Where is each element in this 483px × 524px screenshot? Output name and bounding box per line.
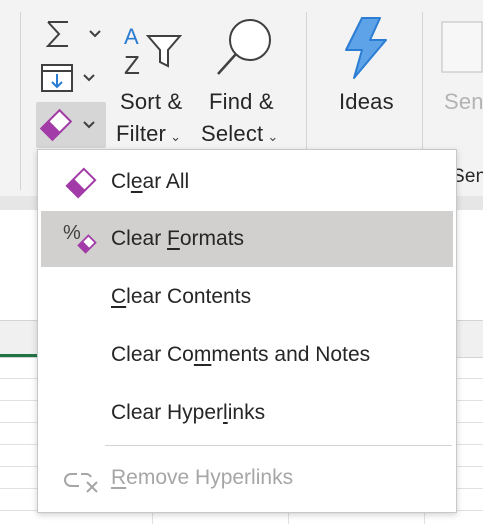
menu-item-label: Clear Comments and Notes (111, 343, 370, 367)
sensitivity-label: Sen (444, 89, 483, 114)
fill-down-icon (41, 64, 95, 92)
chevron-down-icon: ⌄ (267, 129, 279, 144)
clear-dropdown-menu: Clear All % Clear Formats Clear Contents… (37, 149, 457, 513)
autosum-button[interactable] (44, 18, 104, 50)
label-part: ormats (179, 227, 245, 250)
clear-button[interactable] (36, 102, 106, 148)
sort-az-filter-icon: A Z (124, 24, 183, 80)
access-key: e (130, 170, 143, 193)
ideas-label: Ideas (339, 89, 394, 114)
access-key: R (111, 466, 127, 489)
svg-text:Z: Z (124, 50, 140, 80)
find-select-label-1: Find & (209, 89, 274, 114)
lightning-bolt-icon (345, 17, 387, 79)
svg-text:%: % (63, 222, 81, 244)
menu-item-label: Clear Hyperlinks (111, 401, 265, 425)
label-part: Cl (111, 170, 131, 193)
menu-icon-placeholder (41, 269, 111, 325)
menu-item-label: Clear Formats (111, 227, 244, 251)
clear-formats-icon: % (41, 211, 111, 267)
label-part: lear Contents (126, 285, 252, 308)
menu-separator (105, 445, 452, 446)
menu-item-label: Clear Contents (111, 285, 251, 309)
label-part: Clear Co (111, 343, 194, 366)
menu-icon-placeholder (41, 327, 111, 383)
sort-filter-text: Filter (116, 121, 167, 146)
sort-filter-label-2: Filter ⌄ (116, 121, 181, 147)
menu-item-remove-hyperlinks: Remove Hyperlinks (41, 450, 453, 506)
ribbon-separator (20, 12, 21, 190)
label-part: ar All (142, 170, 190, 193)
sensitivity-button[interactable] (440, 20, 483, 74)
chevron-down-icon: ⌄ (170, 129, 182, 144)
access-key: F (167, 227, 180, 250)
menu-icon-placeholder (41, 385, 111, 441)
sort-filter-label-1: Sort & (120, 89, 183, 114)
fill-button[interactable] (40, 62, 100, 94)
access-key: m (193, 343, 212, 366)
label-part: inks (227, 401, 266, 424)
ideas-button[interactable] (340, 16, 390, 80)
label-part: Clear Hyper (111, 401, 224, 424)
label-part: ments and Notes (211, 343, 371, 366)
sensitivity-icon (441, 21, 483, 73)
eraser-icon (41, 154, 111, 210)
label-part: emove Hyperlinks (126, 466, 294, 489)
unlink-icon (41, 450, 111, 506)
label-part: Clear (111, 227, 168, 250)
sigma-icon (45, 21, 101, 47)
menu-item-label: Remove Hyperlinks (111, 466, 293, 490)
menu-item-clear-comments-notes[interactable]: Clear Comments and Notes (41, 327, 453, 383)
find-select-label-2: Select ⌄ (201, 121, 278, 147)
menu-item-clear-formats[interactable]: % Clear Formats (41, 211, 453, 267)
menu-item-clear-contents[interactable]: Clear Contents (41, 269, 453, 325)
access-key: C (111, 285, 127, 308)
find-select-button[interactable] (210, 14, 282, 84)
selected-column-indicator (0, 354, 40, 357)
menu-item-clear-hyperlinks[interactable]: Clear Hyperlinks (41, 385, 453, 441)
eraser-icon (39, 108, 95, 142)
menu-item-label: Clear All (111, 170, 189, 194)
sort-filter-button[interactable]: A Z (118, 18, 188, 82)
svg-text:A: A (124, 24, 139, 49)
magnifier-icon (217, 19, 271, 75)
find-select-text: Select (201, 121, 264, 146)
menu-item-clear-all[interactable]: Clear All (41, 154, 453, 210)
